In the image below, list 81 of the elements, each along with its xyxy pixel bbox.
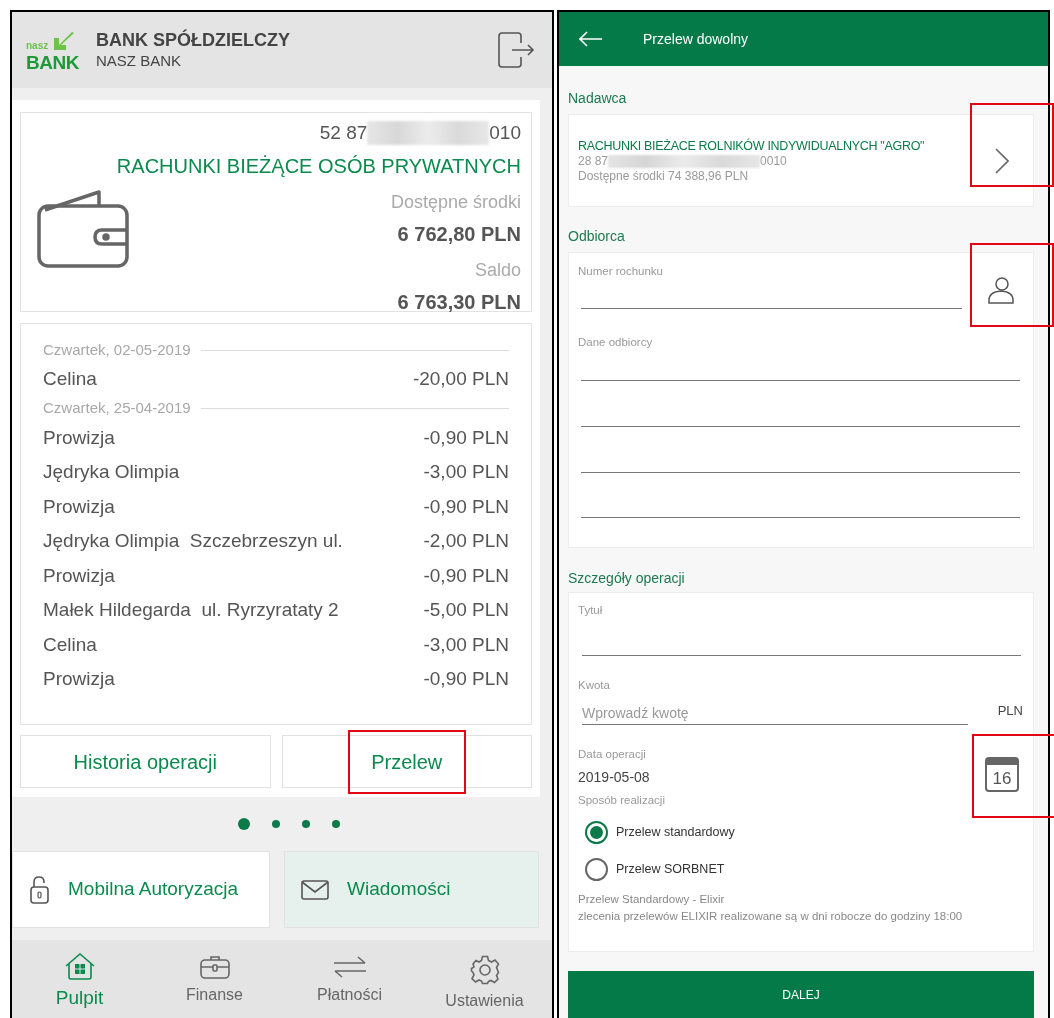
account-card[interactable]: 52 87 010 RACHUNKI BIEŻĄCE OSÓB PRYWATNYCH Dostępne środki 6 762,80 PLN Saldo 6 763,30 PLN — [20, 112, 532, 312]
transaction-title: Celina — [43, 632, 97, 657]
tile-label: Wiadomości — [347, 877, 451, 902]
account-number: 52 87 — [319, 121, 368, 145]
transaction-title: Jędryka Olimpia — [43, 460, 180, 484]
radio-label: Przelew standardowy — [616, 824, 735, 842]
transaction-amount: -0,90 PLN — [423, 563, 509, 588]
contacts-button[interactable] — [986, 275, 1016, 305]
balance-label: Dostępne środki — [390, 190, 521, 214]
account-number: 28 87 — [578, 154, 609, 170]
date-header: Czwartek, 25-04-2019 — [43, 398, 191, 419]
bank-name: BANK SPÓŁDZIELCZY — [96, 29, 291, 52]
transaction-amount: -5,00 PLN — [423, 598, 509, 622]
transaction-amount: -0,90 PLN — [423, 494, 509, 519]
transaction-title: Jędryka Olimpia Szczebrzeszyn ul. — [43, 529, 343, 553]
transaction-title: Prowizja — [43, 494, 115, 519]
bank-subname: NASZ BANK — [96, 51, 183, 71]
envelope-icon — [301, 879, 329, 900]
logout-icon — [497, 31, 535, 69]
transaction-title: Prowizja — [43, 425, 115, 450]
balance-amount: 6 762,80 PLN — [397, 221, 521, 247]
field-label: Tytuł — [578, 603, 604, 618]
field-label: Numer rochunku — [578, 264, 664, 279]
account-number: 0010 — [760, 154, 787, 170]
account-name: RACHUNKI BIEŻACE ROLNIKÓW INDYWIDUALNYCH "AGRO" — [578, 138, 926, 155]
radio-button[interactable] — [585, 858, 608, 882]
nav-tab[interactable]: Ustawienia — [424, 952, 545, 1013]
radio-button[interactable] — [585, 821, 608, 845]
settings-icon — [469, 955, 500, 985]
available-funds: Dostępne środki 74 388,96 PLN — [578, 169, 750, 185]
logout-button[interactable] — [496, 30, 536, 70]
field-label: Kwota — [578, 678, 611, 693]
transaction-amount: -20,00 PLN — [412, 367, 509, 391]
section-heading: Nadawca — [568, 90, 628, 106]
action-button[interactable]: Przelew — [281, 735, 532, 788]
balance-amount: 6 763,30 PLN — [397, 289, 521, 315]
sender-card[interactable]: RACHUNKI BIEŻACE ROLNIKÓW INDYWIDUALNYCH "AGRO" 28 87 0010 Dostępne środki 74 388,96 PLN — [568, 114, 1034, 207]
section-heading: Szczegóły operacji — [568, 570, 686, 586]
nav-tab[interactable]: Finanse — [154, 952, 275, 1007]
logo-text: nasz — [26, 40, 49, 53]
nav-tab[interactable]: Pulpit — [19, 952, 140, 1013]
screen-title: Przelew dowolny — [643, 29, 749, 49]
account-number: 010 — [489, 121, 521, 145]
field-label: Dane odbiorcy — [578, 335, 654, 350]
action-button[interactable]: Historia operacji — [20, 735, 271, 788]
transaction-amount: -3,00 PLN — [423, 460, 509, 484]
briefcase-icon — [199, 955, 230, 979]
calendar-button[interactable]: 16 — [985, 756, 1019, 792]
field-label: Data operacji — [578, 747, 647, 763]
transaction-amount: -0,90 PLN — [423, 425, 509, 450]
transaction-title: Prowizja — [43, 667, 115, 691]
tile-label: Mobilna Autoryzacja — [68, 877, 239, 902]
account-name: RACHUNKI BIEŻĄCE OSÓB PRYWATNYCH — [116, 153, 521, 179]
transaction-amount: -2,00 PLN — [423, 529, 509, 553]
date-header: Czwartek, 02-05-2019 — [43, 339, 191, 360]
next-button[interactable]: DALEJ — [568, 971, 1034, 1018]
transaction-title: Celina — [43, 367, 97, 391]
back-arrow-icon — [579, 31, 603, 47]
home-icon — [63, 952, 96, 980]
note-title: Przelew Standardowy - Elixir — [578, 891, 726, 907]
padlock-icon — [29, 874, 50, 905]
radio-label: Przelew SORBNET — [616, 861, 725, 879]
transaction-title: Małek Hildegarda ul. Ryrzyrataty 2 — [43, 598, 339, 622]
shortcut-tile[interactable]: Wiadomości — [284, 851, 539, 928]
transaction-amount: -3,00 PLN — [423, 632, 509, 657]
date-value: 2019-05-08 — [578, 767, 651, 787]
section-heading: Odbiorca — [568, 228, 626, 244]
wallet-icon — [37, 188, 129, 268]
transfer-arrows-icon — [332, 955, 367, 979]
shortcut-tile[interactable]: Mobilna Autoryzacja — [12, 851, 270, 928]
nav-tab[interactable]: Płatności — [289, 952, 410, 1007]
transaction-title: Prowizja — [43, 563, 115, 588]
amount-input[interactable]: Wprowadź kwotę — [582, 702, 968, 725]
person-icon — [987, 276, 1015, 304]
currency-label: PLN — [997, 702, 1023, 720]
logo-text: BANK — [26, 52, 79, 72]
transaction-amount: -0,90 PLN — [423, 667, 509, 691]
field-label: Sposób realizacji — [578, 792, 666, 808]
note-text: zlecenia przelewów ELIXIR realizowane są w dni robocze do godziny 18:00 — [578, 908, 964, 924]
chevron-right-icon — [995, 147, 1009, 174]
balance-label: Saldo — [474, 258, 521, 282]
